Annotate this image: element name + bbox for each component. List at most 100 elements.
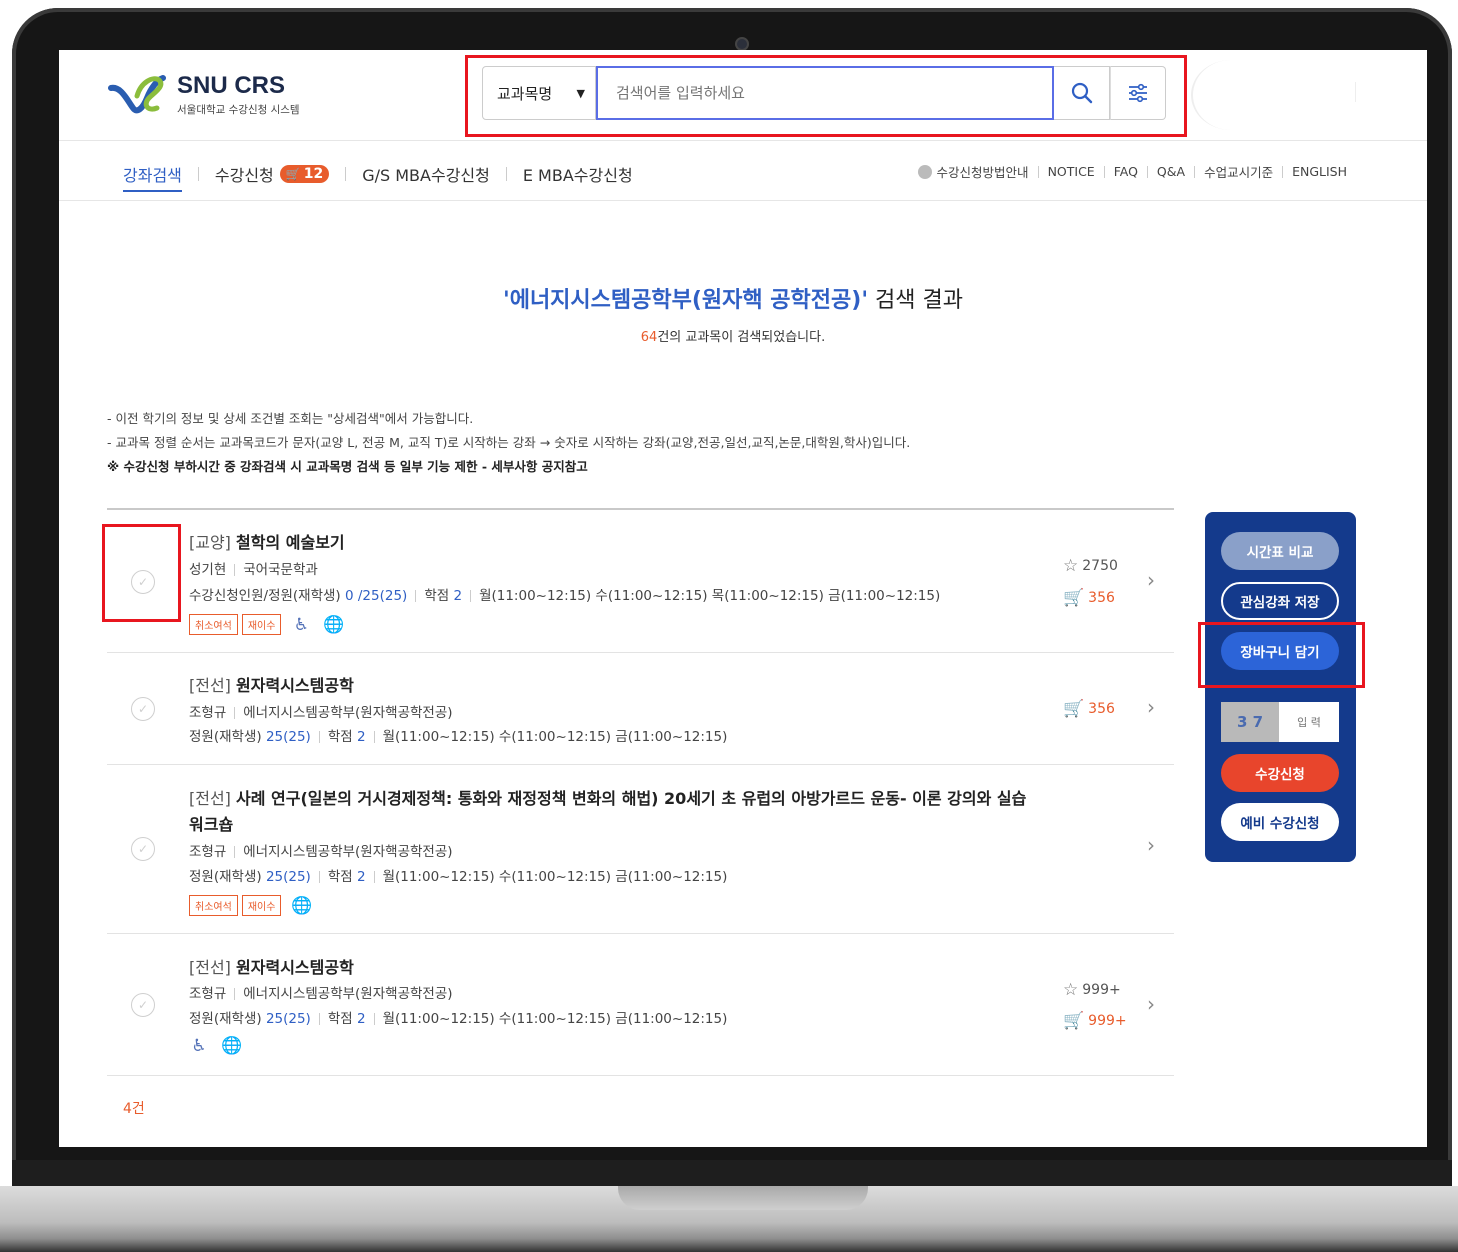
captcha-input[interactable] [1279,702,1339,742]
laptop-chin [12,1160,1452,1186]
accessibility-icon: ♿ [191,1036,207,1056]
select-checkbox[interactable]: ✓ [131,697,155,721]
capacity-label: 정원(재학생) [189,729,262,745]
department: 에너지시스템공학부(원자핵공학전공) [243,705,453,721]
course-tags: 취소여석 재이수 🌐 [189,895,317,916]
timetable-compare-button[interactable]: 시간표 비교 [1221,532,1339,570]
link-faq[interactable]: FAQ [1114,164,1138,179]
main-nav: 강좌검색 수강신청 🛒 12 G/S MBA수강신청 E MBA수강신청 [123,156,633,192]
professor-name: 조형규 [189,705,227,721]
checkbox-highlight-box [102,524,181,622]
select-checkbox[interactable]: ✓ [131,993,155,1017]
tab-e-mba[interactable]: E MBA수강신청 [523,162,633,186]
search-highlight-box [465,55,1187,137]
cart-value: 356 [1088,590,1115,606]
captcha-image: 3 7 [1221,702,1279,742]
course-tags: ♿ 🌐 [183,1036,247,1056]
link-english[interactable]: ENGLISH [1292,164,1347,179]
course-meta: 조형규 에너지시스템공학부(원자핵공학전공) [189,701,453,721]
result-query: '에너지시스템공학부(원자핵 공학전공)' [502,288,869,313]
course-details: 수강신청인원/정원(재학생) 0 /25(25) 학점 2 월(11:00~12:1… [189,584,940,604]
star-icon: ☆ [1063,556,1079,576]
link-notice[interactable]: NOTICE [1048,164,1095,179]
capacity-label: 수강신청인원/정원(재학생) [189,588,341,604]
course-tags: 취소여석 재이수 ♿ 🌐 [189,614,349,635]
tab-gs-mba[interactable]: G/S MBA수강신청 [362,162,490,186]
note-line: - 이전 학기의 정보 및 상세 조건별 조회는 "상세검색"에서 가능합니다. [107,411,474,426]
course-details: 정원(재학생) 25(25) 학점 2 월(11:00~12:15) 수(11:00… [189,865,727,885]
department: 에너지시스템공학부(원자핵공학전공) [243,844,453,860]
link-class-period[interactable]: 수업교시기준 [1204,162,1273,181]
credit-label: 학점 [424,588,450,604]
screen: SNU CRS 서울대학교 수강신청 시스템 교과목명 ▼ 검색어를 입력하세요… [59,50,1427,1147]
header-divider [59,140,1427,141]
schedule: 월(11:00~12:15) 수(11:00~12:15) 금(11:00~12… [382,1011,728,1027]
schedule: 월(11:00~12:15) 수(11:00~12:15) 금(11:00~12… [382,729,728,745]
chevron-right-icon[interactable]: › [1147,833,1155,857]
course-title: [교양] 철학의 예술보기 [189,529,345,553]
capacity-value: 25(25) [265,1011,311,1027]
department: 에너지시스템공학부(원자핵공학전공) [243,986,453,1002]
department: 국어국문학과 [243,562,318,578]
course-name: 사례 연구(일본의 거시경제정책: 통화와 재정정책 변화의 해법) 20세기 … [236,789,1027,808]
pre-apply-button[interactable]: 예비 수강신청 [1221,803,1339,841]
cart-icon: 🛒 [1063,1011,1085,1031]
captcha-box: 3 7 [1221,702,1339,742]
course-meta: 성기현 국어국문학과 [189,558,318,578]
cart-count: 🛒 356 [1063,588,1115,608]
cart-value: 999+ [1088,1013,1127,1029]
course-category: [전선] [189,676,231,695]
course-details: 정원(재학생) 25(25) 학점 2 월(11:00~12:15) 수(11:00… [189,725,727,745]
credit-value: 2 [356,869,366,885]
result-count-number: 64 [640,330,658,345]
link-qna[interactable]: Q&A [1157,164,1185,179]
course-item[interactable]: ✓ [교양] 철학의 예술보기 성기현 국어국문학과 수강신청인원/정원(재학생)… [107,510,1174,653]
cart-count-badge: 🛒 12 [279,165,330,183]
tab-course-search[interactable]: 강좌검색 [123,162,182,192]
apply-button[interactable]: 수강신청 [1221,754,1339,792]
course-category: [전선] [189,958,231,977]
course-item[interactable]: ✓ [전선] 원자력시스템공학 조형규 에너지시스템공학부(원자핵공학전공) 정원… [107,653,1174,765]
course-title: [전선] 원자력시스템공학 [189,672,354,696]
course-item[interactable]: ✓ [전선] 사례 연구(일본의 거시경제정책: 통화와 재정정책 변화의 해법… [107,765,1174,934]
credit-label: 학점 [327,729,353,745]
schedule: 월(11:00~12:15) 수(11:00~12:15) 목(11:00~12… [479,588,941,604]
logo[interactable]: SNU CRS 서울대학교 수강신청 시스템 [107,70,300,118]
logo-subtitle: 서울대학교 수강신청 시스템 [177,103,300,116]
select-checkbox[interactable]: ✓ [131,837,155,861]
note-line-warning: ※ 수강신청 부하시간 중 강좌검색 시 교과목명 검색 등 일부 기능 제한 … [107,459,588,474]
course-category: [전선] [189,789,231,808]
professor-name: 성기현 [189,562,227,578]
professor-name: 조형규 [189,986,227,1002]
link-guide[interactable]: 수강신청방법안내 [937,162,1029,181]
link-separator [1037,165,1039,178]
save-interest-button[interactable]: 관심강좌 저장 [1221,582,1339,620]
course-category: [교양] [189,533,231,552]
tab-label: G/S MBA수강신청 [362,166,490,185]
chevron-right-icon[interactable]: › [1147,992,1155,1016]
capacity-label: 정원(재학생) [189,869,262,885]
camera-icon [735,37,749,51]
schedule: 월(11:00~12:15) 수(11:00~12:15) 금(11:00~12… [382,869,728,885]
credit-label: 학점 [327,869,353,885]
course-title: [전선] 원자력시스템공학 [189,954,354,978]
course-details: 정원(재학생) 25(25) 학점 2 월(11:00~12:15) 수(11:00… [189,1007,727,1027]
accessibility-icon: ♿ [293,614,310,635]
tab-registration[interactable]: 수강신청 🛒 12 [215,162,330,186]
cart-value: 356 [1088,701,1115,717]
cart-icon: 🛒 [1063,588,1085,608]
professor-name: 조형규 [189,844,227,860]
link-separator [1282,165,1284,178]
result-suffix: 검색 결과 [868,288,964,313]
cart-count: 🛒 999+ [1063,1011,1127,1031]
chevron-right-icon[interactable]: › [1147,695,1155,719]
capacity-value: 25(25) [265,869,311,885]
utility-links: 수강신청방법안내 NOTICE FAQ Q&A 수업교시기준 ENGLISH [917,162,1347,181]
course-item[interactable]: ✓ [전선] 원자력시스템공학 조형규 에너지시스템공학부(원자핵공학전공) 정원… [107,934,1174,1076]
globe-icon: 🌐 [323,614,345,635]
nav-separator [505,167,507,181]
capacity-value: 25(25) [265,729,311,745]
chevron-right-icon[interactable]: › [1147,568,1155,592]
tag-cancel-seat: 취소여석 [189,614,238,635]
credit-value: 2 [453,588,463,604]
